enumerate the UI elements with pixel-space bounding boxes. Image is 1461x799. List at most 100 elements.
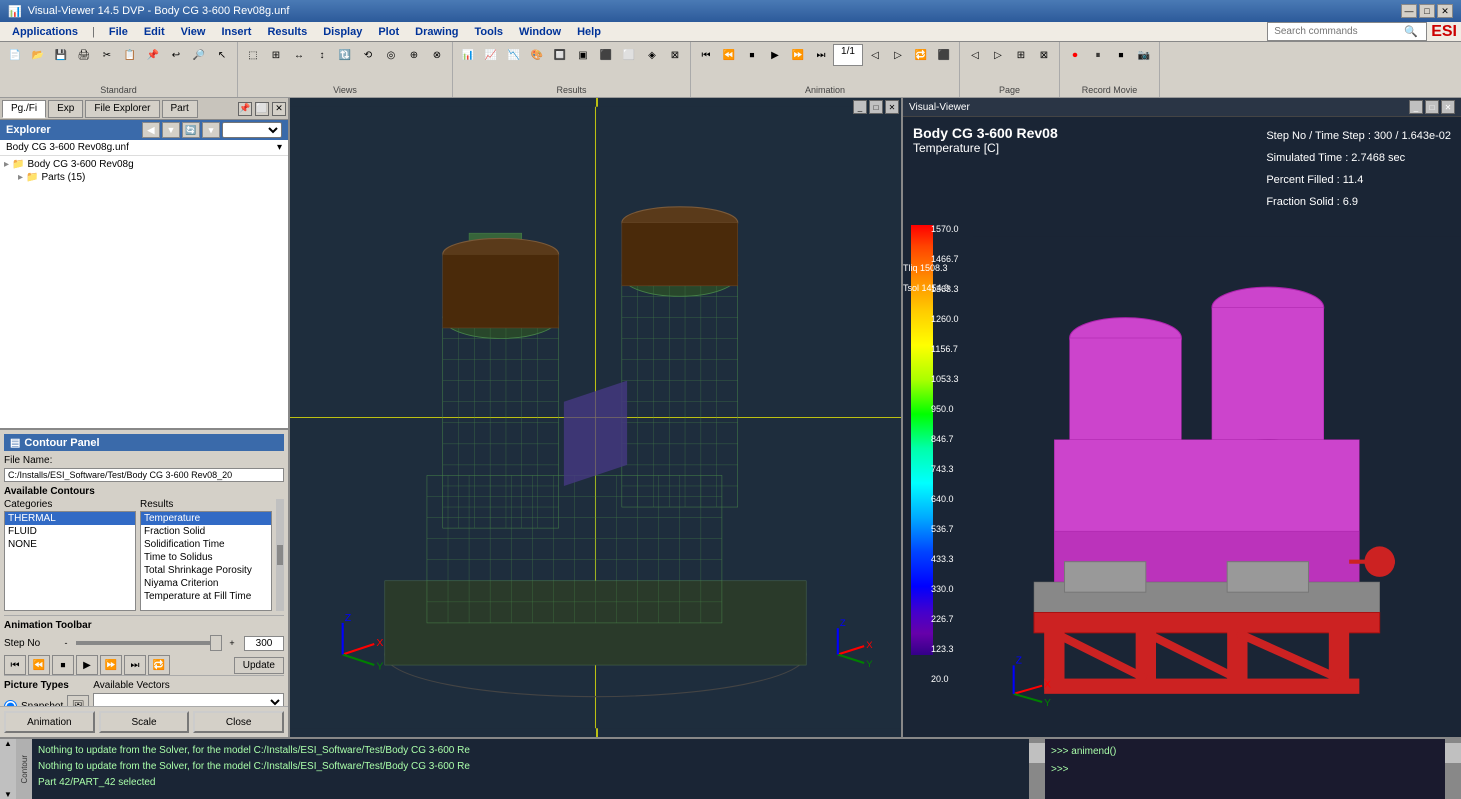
exp-dropdown[interactable]: ▾ — [202, 122, 220, 138]
anim-loop[interactable]: 🔁 — [148, 655, 170, 675]
tb-view8[interactable]: ⊕ — [403, 44, 425, 66]
viewport-main[interactable]: Length Unit: mm P1W1 — [290, 98, 901, 737]
right-close[interactable]: ✕ — [1441, 100, 1455, 114]
exp-btn3[interactable]: 🔄 — [182, 122, 200, 138]
tb-res1[interactable]: 📊 — [457, 44, 479, 66]
anim-last[interactable]: ⏭ — [124, 655, 146, 675]
anim-prev[interactable]: ⏪ — [28, 655, 50, 675]
tb-undo[interactable]: ↩ — [165, 44, 187, 66]
step-slider[interactable] — [76, 641, 222, 645]
exp-btn2[interactable]: ▼ — [162, 122, 180, 138]
tree-parts[interactable]: ▸ 📁 Parts (15) — [2, 171, 286, 184]
result-niyama[interactable]: Niyama Criterion — [141, 577, 271, 590]
tb-res10[interactable]: ⊠ — [664, 44, 686, 66]
tb-anim5[interactable]: ⏩ — [787, 44, 809, 66]
menu-file[interactable]: File — [101, 24, 136, 40]
result-shrinkage[interactable]: Total Shrinkage Porosity — [141, 564, 271, 577]
tb-view2[interactable]: ⊞ — [265, 44, 287, 66]
tab-pg-fi[interactable]: Pg./Fi — [2, 100, 46, 118]
maximize-button[interactable]: □ — [1419, 4, 1435, 18]
tb-pause[interactable]: ⏸ — [1087, 44, 1109, 66]
status-scrollbar[interactable] — [1029, 739, 1045, 799]
search-input[interactable] — [1274, 26, 1404, 37]
animation-btn[interactable]: Animation — [4, 711, 95, 733]
tb-anim-back[interactable]: ◁ — [864, 44, 886, 66]
tb-anim2[interactable]: ⏪ — [718, 44, 740, 66]
tb-view3[interactable]: ↔ — [288, 44, 310, 66]
update-button[interactable]: Update — [234, 657, 284, 674]
tb-stop-rec[interactable]: ⏹ — [1110, 44, 1132, 66]
vp-close[interactable]: ✕ — [885, 100, 899, 114]
list-scrollbar[interactable] — [276, 499, 284, 611]
cat-fluid[interactable]: FLUID — [5, 525, 135, 538]
tb-anim6[interactable]: ⏭ — [810, 44, 832, 66]
anim-play[interactable]: ▶ — [76, 655, 98, 675]
tb-res5[interactable]: 🔲 — [549, 44, 571, 66]
menu-window[interactable]: Window — [511, 24, 569, 40]
panel-restore[interactable]: ⬜ — [255, 102, 269, 116]
menu-drawing[interactable]: Drawing — [407, 24, 466, 40]
right-maximize[interactable]: □ — [1425, 100, 1439, 114]
tb-view9[interactable]: ⊗ — [426, 44, 448, 66]
cat-none[interactable]: NONE — [5, 538, 135, 551]
tb-copy[interactable]: 📋 — [119, 44, 141, 66]
panel-close[interactable]: ✕ — [272, 102, 286, 116]
anim-stop[interactable]: ⏹ — [52, 655, 74, 675]
vp-maximize[interactable]: □ — [869, 100, 883, 114]
tb-page3[interactable]: ⊞ — [1010, 44, 1032, 66]
vp-minimize[interactable]: _ — [853, 100, 867, 114]
tb-cut[interactable]: ✂ — [96, 44, 118, 66]
tb-anim-rec[interactable]: ⬛ — [933, 44, 955, 66]
tb-anim-loop[interactable]: 🔁 — [910, 44, 932, 66]
vectors-select[interactable] — [93, 693, 284, 706]
tb-anim-fwd[interactable]: ▷ — [887, 44, 909, 66]
cat-thermal[interactable]: THERMAL — [5, 512, 135, 525]
step-value[interactable]: 300 — [244, 636, 284, 651]
menu-insert[interactable]: Insert — [213, 24, 259, 40]
tb-cam[interactable]: 📷 — [1133, 44, 1155, 66]
tb-page2[interactable]: ▷ — [987, 44, 1009, 66]
menu-edit[interactable]: Edit — [136, 24, 173, 40]
menu-display[interactable]: Display — [315, 24, 370, 40]
tb-view5[interactable]: 🔃 — [334, 44, 356, 66]
result-solidification[interactable]: Solidification Time — [141, 538, 271, 551]
result-model-svg[interactable]: X Y Z — [973, 221, 1461, 737]
anim-next[interactable]: ⏩ — [100, 655, 122, 675]
categories-list[interactable]: THERMAL FLUID NONE — [4, 511, 136, 611]
tb-res7[interactable]: ⬛ — [595, 44, 617, 66]
3d-model-svg[interactable]: X Y Z X Y Z — [290, 98, 901, 737]
tree-root[interactable]: ▸ 📁 Body CG 3-600 Rev08g — [2, 158, 286, 171]
close-button[interactable]: ✕ — [1437, 4, 1453, 18]
anim-first[interactable]: ⏮ — [4, 655, 26, 675]
tab-part[interactable]: Part — [162, 100, 198, 118]
menu-tools[interactable]: Tools — [467, 24, 512, 40]
right-minimize[interactable]: _ — [1409, 100, 1423, 114]
tb-page4[interactable]: ⊠ — [1033, 44, 1055, 66]
tb-new[interactable]: 📄 — [4, 44, 26, 66]
close-panel-btn[interactable]: Close — [193, 711, 284, 733]
tab-file-explorer[interactable]: File Explorer — [85, 100, 159, 118]
tb-view1[interactable]: ⬚ — [242, 44, 264, 66]
exp-btn1[interactable]: ◀ — [142, 122, 160, 138]
tb-res3[interactable]: 📉 — [503, 44, 525, 66]
snapshot-icon[interactable]: 🖼 — [67, 695, 89, 706]
tab-exp[interactable]: Exp — [48, 100, 83, 118]
tb-res8[interactable]: ⬜ — [618, 44, 640, 66]
explorer-expand[interactable]: ▾ — [277, 142, 282, 153]
result-temp-fill[interactable]: Temperature at Fill Time — [141, 590, 271, 603]
minimize-button[interactable]: — — [1401, 4, 1417, 18]
result-temperature[interactable]: Temperature — [141, 512, 271, 525]
menu-results[interactable]: Results — [259, 24, 315, 40]
panel-pin[interactable]: 📌 — [238, 102, 252, 116]
tb-paste[interactable]: 📌 — [142, 44, 164, 66]
result-time-solidus[interactable]: Time to Solidus — [141, 551, 271, 564]
anim-dec-btn[interactable]: - — [58, 635, 74, 651]
tb-print[interactable]: 🖨 — [73, 44, 95, 66]
menu-applications[interactable]: Applications — [4, 24, 86, 40]
tb-record[interactable]: ⏺ — [1064, 44, 1086, 66]
tb-res9[interactable]: ◈ — [641, 44, 663, 66]
tb-save[interactable]: 💾 — [50, 44, 72, 66]
tb-anim1[interactable]: ⏮ — [695, 44, 717, 66]
tb-res6[interactable]: ▣ — [572, 44, 594, 66]
tb-view7[interactable]: ◎ — [380, 44, 402, 66]
